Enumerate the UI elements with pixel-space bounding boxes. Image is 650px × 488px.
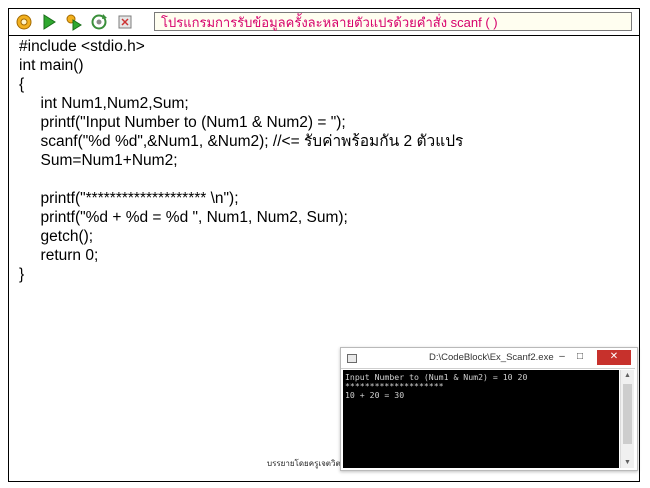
console-output: Input Number to (Num1 & Num2) = 10 20 ***…	[343, 370, 619, 468]
code-line: #include <stdio.h>	[19, 38, 145, 55]
scroll-thumb[interactable]	[623, 384, 632, 444]
gear-icon[interactable]	[15, 13, 33, 31]
console-titlebar[interactable]: D:\CodeBlock\Ex_Scanf2.exe – □ ✕	[341, 348, 635, 369]
minimize-button[interactable]: –	[555, 351, 569, 364]
code-line: printf("******************** \n");	[19, 190, 239, 207]
code-line: }	[19, 266, 25, 283]
code-line: scanf("%d %d",&Num1, &Num2); //<= รับค่า…	[19, 133, 464, 150]
code-line: printf("%d + %d = %d ", Num1, Num2, Sum)…	[19, 209, 348, 226]
console-title: D:\CodeBlock\Ex_Scanf2.exe	[429, 352, 554, 363]
slide-title: โปรแกรมการรับข้อมูลครั้งละหลายตัวแปรด้วย…	[154, 12, 632, 31]
console-app-icon	[347, 354, 357, 363]
scroll-up-icon[interactable]: ▲	[621, 372, 634, 379]
code-line: Sum=Num1+Num2;	[19, 152, 178, 169]
code-line: printf("Input Number to (Num1 & Num2) = …	[19, 114, 346, 131]
code-line: return 0;	[19, 247, 99, 264]
code-line: int Num1,Num2,Sum;	[19, 95, 189, 112]
maximize-button[interactable]: □	[573, 351, 587, 364]
console-output-line: 10 + 20 = 30	[345, 390, 405, 400]
scroll-down-icon[interactable]: ▼	[621, 459, 634, 466]
close-button[interactable]: ✕	[597, 350, 631, 365]
build-run-icon[interactable]	[65, 13, 83, 31]
stop-icon[interactable]	[116, 13, 134, 31]
console-scrollbar[interactable]: ▲ ▼	[620, 370, 634, 468]
run-icon[interactable]	[40, 13, 58, 31]
toolbar: โปรแกรมการรับข้อมูลครั้งละหลายตัวแปรด้วย…	[9, 9, 639, 36]
rebuild-icon[interactable]	[90, 13, 108, 31]
code-line: getch();	[19, 228, 94, 245]
code-line: int main()	[19, 57, 84, 74]
console-window: D:\CodeBlock\Ex_Scanf2.exe – □ ✕ Input N…	[340, 347, 638, 471]
code-line: {	[19, 76, 25, 93]
